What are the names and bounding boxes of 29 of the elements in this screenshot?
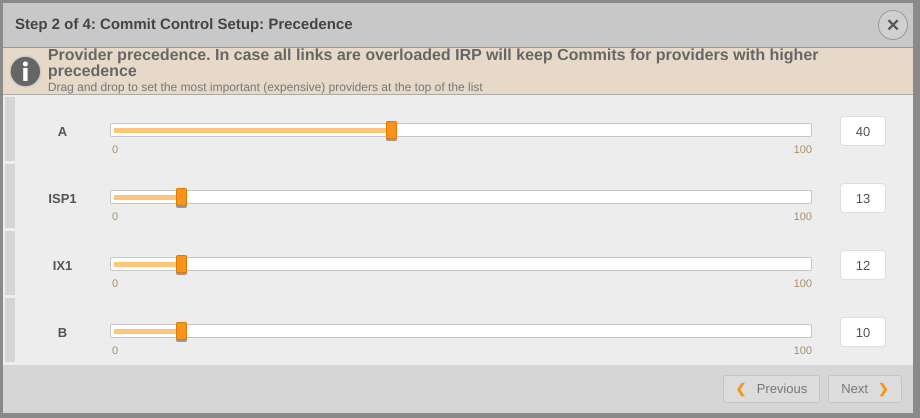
provider-name: A (56, 123, 68, 141)
info-icon (9, 54, 42, 88)
max-label: 100 (794, 277, 812, 292)
drag-handle[interactable] (5, 164, 15, 228)
slider-thumb[interactable] (176, 255, 187, 273)
info-text: Drag and drop to set the most important (expensive) providers at the top of the list (48, 81, 484, 94)
provider-name: ISP1 (47, 190, 78, 208)
min-label: 0 (112, 210, 118, 225)
slider-thumb[interactable] (176, 188, 187, 206)
value-field[interactable]: 12 (840, 250, 886, 280)
slider-thumb[interactable] (176, 322, 187, 340)
provider-name: B (56, 324, 68, 342)
max-label: 100 (794, 344, 812, 359)
dialog-title: Step 2 of 4: Commit Control Setup: Precedence (15, 14, 353, 35)
info-heading: Provider precedence. In case all links are overloaded IRP will keep Commits for providers with higher precedence (48, 48, 820, 82)
min-label: 0 (112, 277, 118, 292)
max-label: 100 (794, 210, 812, 225)
close-button[interactable]: ✕ (878, 10, 908, 40)
drag-handle[interactable] (5, 97, 15, 161)
value-field[interactable]: 40 (840, 116, 886, 146)
value-field[interactable]: 10 (840, 317, 886, 347)
drag-handle[interactable] (5, 298, 15, 362)
value-field[interactable]: 13 (840, 183, 886, 213)
min-label: 0 (112, 143, 118, 158)
drag-handle[interactable] (5, 231, 15, 295)
max-label: 100 (794, 143, 812, 158)
min-label: 0 (112, 344, 118, 359)
slider-thumb[interactable] (386, 121, 397, 139)
provider-name: IX1 (52, 257, 74, 275)
